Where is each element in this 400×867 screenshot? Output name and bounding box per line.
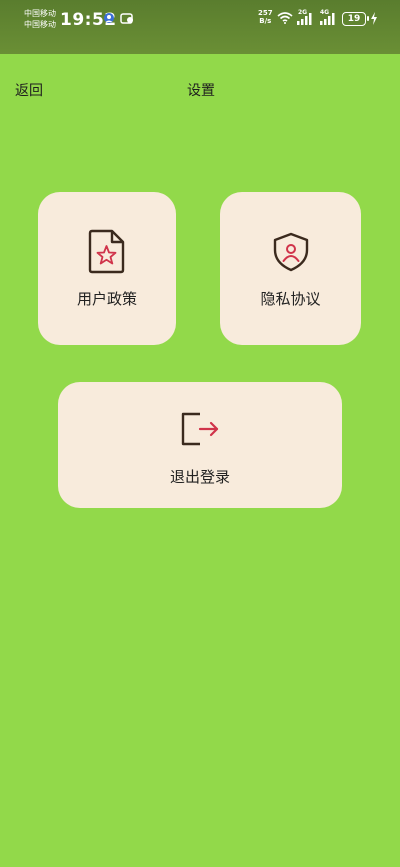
user-policy-card[interactable]: 用户政策 [38, 192, 176, 345]
signal-bars-1-icon [297, 13, 312, 25]
privacy-agreement-label: 隐私协议 [260, 290, 321, 308]
document-star-icon [88, 229, 125, 274]
wallet-icon [120, 13, 133, 24]
wifi-icon [277, 12, 293, 24]
carrier-info: 中国移动 中国移动 [24, 8, 56, 30]
page-title: 设置 [187, 83, 215, 99]
status-bar: 中国移动 中国移动 19:52 257 B/s 2G 4G 19 [0, 0, 400, 54]
carrier-2: 中国移动 [24, 20, 56, 29]
logout-card[interactable]: 退出登录 [58, 382, 342, 508]
privacy-agreement-card[interactable]: 隐私协议 [220, 192, 361, 345]
shield-user-icon [273, 232, 308, 272]
logout-arrow-icon [181, 412, 219, 446]
notification-app-icon [104, 13, 114, 23]
charging-bolt-icon [371, 12, 377, 25]
net-speed-value: 257 [258, 9, 273, 17]
net-speed: 257 B/s [258, 9, 273, 25]
user-policy-label: 用户政策 [76, 290, 137, 308]
signal-bars-2-icon [320, 13, 335, 25]
net-speed-unit: B/s [259, 17, 272, 25]
battery-indicator: 19 [342, 12, 369, 26]
carrier-1: 中国移动 [24, 9, 56, 18]
back-button[interactable]: 返回 [15, 80, 43, 100]
logout-label: 退出登录 [169, 468, 230, 486]
